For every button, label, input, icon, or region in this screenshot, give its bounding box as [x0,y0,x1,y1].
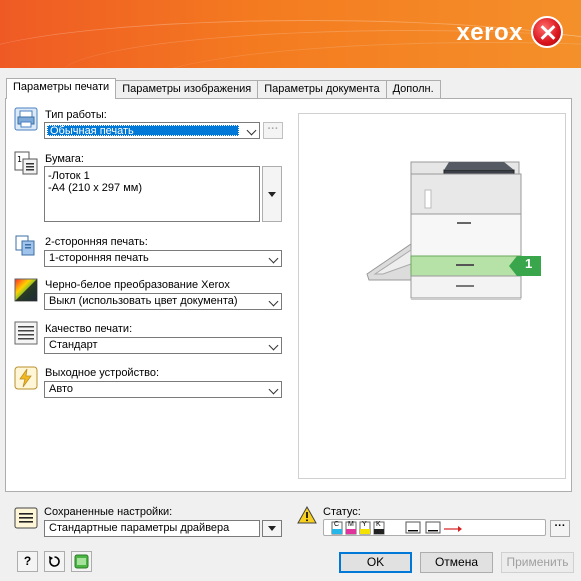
paper-summary-box[interactable]: -Лоток 1 -А4 (210 x 297 мм) [44,166,260,222]
saved-settings-dropdown-button[interactable] [262,520,282,537]
saved-settings-input[interactable]: Стандартные параметры драйвера [44,520,260,537]
chevron-down-icon [268,340,279,351]
bw-conversion-select[interactable]: Выкл (использовать цвет документа) [44,293,282,310]
paper-label: Бумага: [45,153,84,165]
apply-button[interactable]: Применить [501,552,574,573]
paper-tray-text: -Лоток 1 [48,170,90,182]
bw-conversion-value: Выкл (использовать цвет документа) [49,295,238,307]
duplex-select[interactable]: 1-сторонняя печать [44,250,282,267]
tab-advanced[interactable]: Дополн. [385,80,441,99]
printer-icon [14,107,38,131]
toner-black-label: K [376,521,381,528]
chevron-down-icon [268,296,279,307]
status-bar[interactable]: C M Y K [323,519,546,536]
status-label: Статус: [323,506,361,518]
job-type-more-button[interactable]: ··· [263,122,283,139]
print-quality-icon [14,321,38,345]
header-banner: xerox [0,0,581,68]
job-type-select[interactable]: Обычная печать [44,122,260,139]
output-value: Авто [49,383,73,395]
duplex-label: 2-сторонняя печать: [45,236,148,248]
xerox-logo-text: xerox [456,19,523,46]
eco-view-button[interactable] [71,551,92,572]
paper-tray-icon: 1 [14,151,38,175]
restore-defaults-button[interactable] [44,551,65,572]
svg-text:1: 1 [17,155,22,164]
tab-print-options[interactable]: Параметры печати [6,78,117,99]
output-label: Выходное устройство: [45,367,160,379]
help-button[interactable]: ? [17,551,38,572]
saved-settings-icon [14,507,38,529]
tab-image-options[interactable]: Параметры изображения [115,80,259,99]
status-more-button[interactable]: ··· [550,520,570,537]
paper-size-text: -А4 (210 x 297 мм) [48,182,142,194]
printer-preview: 1 [298,113,566,479]
saved-settings-label: Сохраненные настройки: [44,506,173,518]
quality-select[interactable]: Стандарт [44,337,282,354]
xerox-logo-icon [531,16,563,48]
paper-dropdown-button[interactable] [262,166,282,222]
quality-value: Стандарт [49,339,98,351]
toner-cyan-label: C [334,521,340,528]
tab-document-options[interactable]: Параметры документа [257,80,387,99]
output-select[interactable]: Авто [44,381,282,398]
toner-magenta-label: M [348,521,354,528]
eco-icon [74,554,89,569]
tray-number-badge: 1 [525,256,533,271]
duplex-value: 1-сторонняя печать [49,252,149,264]
warning-icon [297,506,317,524]
job-type-value: Обычная печать [47,125,239,137]
quality-label: Качество печати: [45,323,133,335]
tab-strip: Параметры печати Параметры изображения П… [6,78,441,99]
cancel-button[interactable]: Отмена [420,552,493,573]
duplex-icon [15,235,35,256]
printer-illustration [366,161,541,300]
chevron-down-icon [268,253,279,264]
color-conversion-icon [14,278,38,302]
ok-button[interactable]: OK [339,552,412,573]
chevron-down-icon [268,384,279,395]
supplies-icons [331,521,462,535]
bw-conversion-label: Черно-белое преобразование Xerox [45,279,230,291]
triangle-down-icon [268,526,276,531]
job-type-label: Тип работы: [45,109,107,121]
toner-yellow-label: Y [362,521,367,528]
output-device-icon [14,366,38,390]
refresh-icon [49,556,60,567]
chevron-down-icon [246,125,257,136]
saved-settings-value: Стандартные параметры драйвера [49,522,230,534]
